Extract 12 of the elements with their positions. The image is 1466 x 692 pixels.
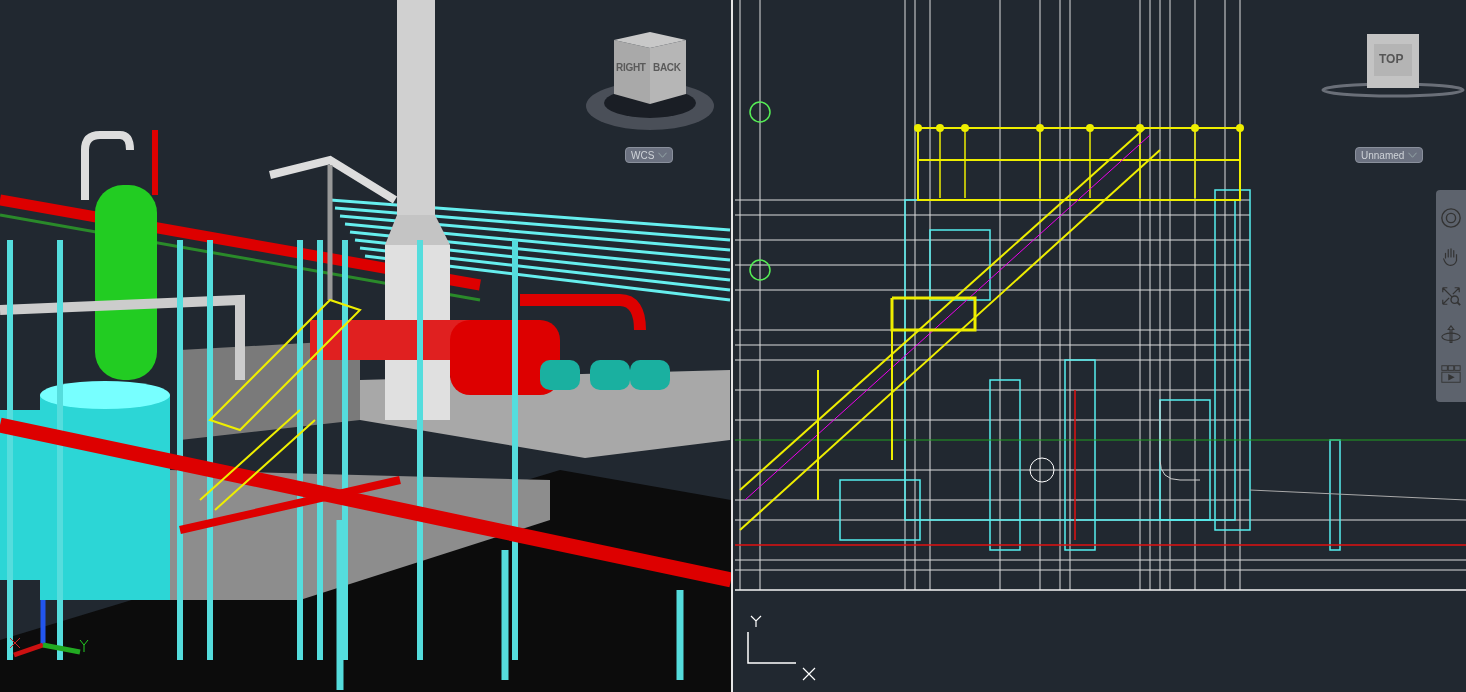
ucs-axes-icon	[747, 615, 816, 681]
zoom-icon[interactable]	[1440, 284, 1462, 307]
viewcube-drawing[interactable]	[1320, 34, 1466, 100]
caret-icon	[658, 152, 668, 158]
caret-icon	[1408, 152, 1418, 158]
viewcube-face-label[interactable]: RIGHT	[616, 62, 646, 74]
showmotion-icon[interactable]	[1440, 363, 1462, 386]
steering-wheel-icon[interactable]	[1440, 206, 1462, 229]
coordinate-system-menu[interactable]: Unnamed	[1355, 147, 1424, 163]
coordinate-system-menu[interactable]: WCS	[625, 147, 674, 163]
viewcube-face-label[interactable]: BACK	[653, 62, 681, 74]
ucs-axes-icon	[9, 600, 89, 658]
